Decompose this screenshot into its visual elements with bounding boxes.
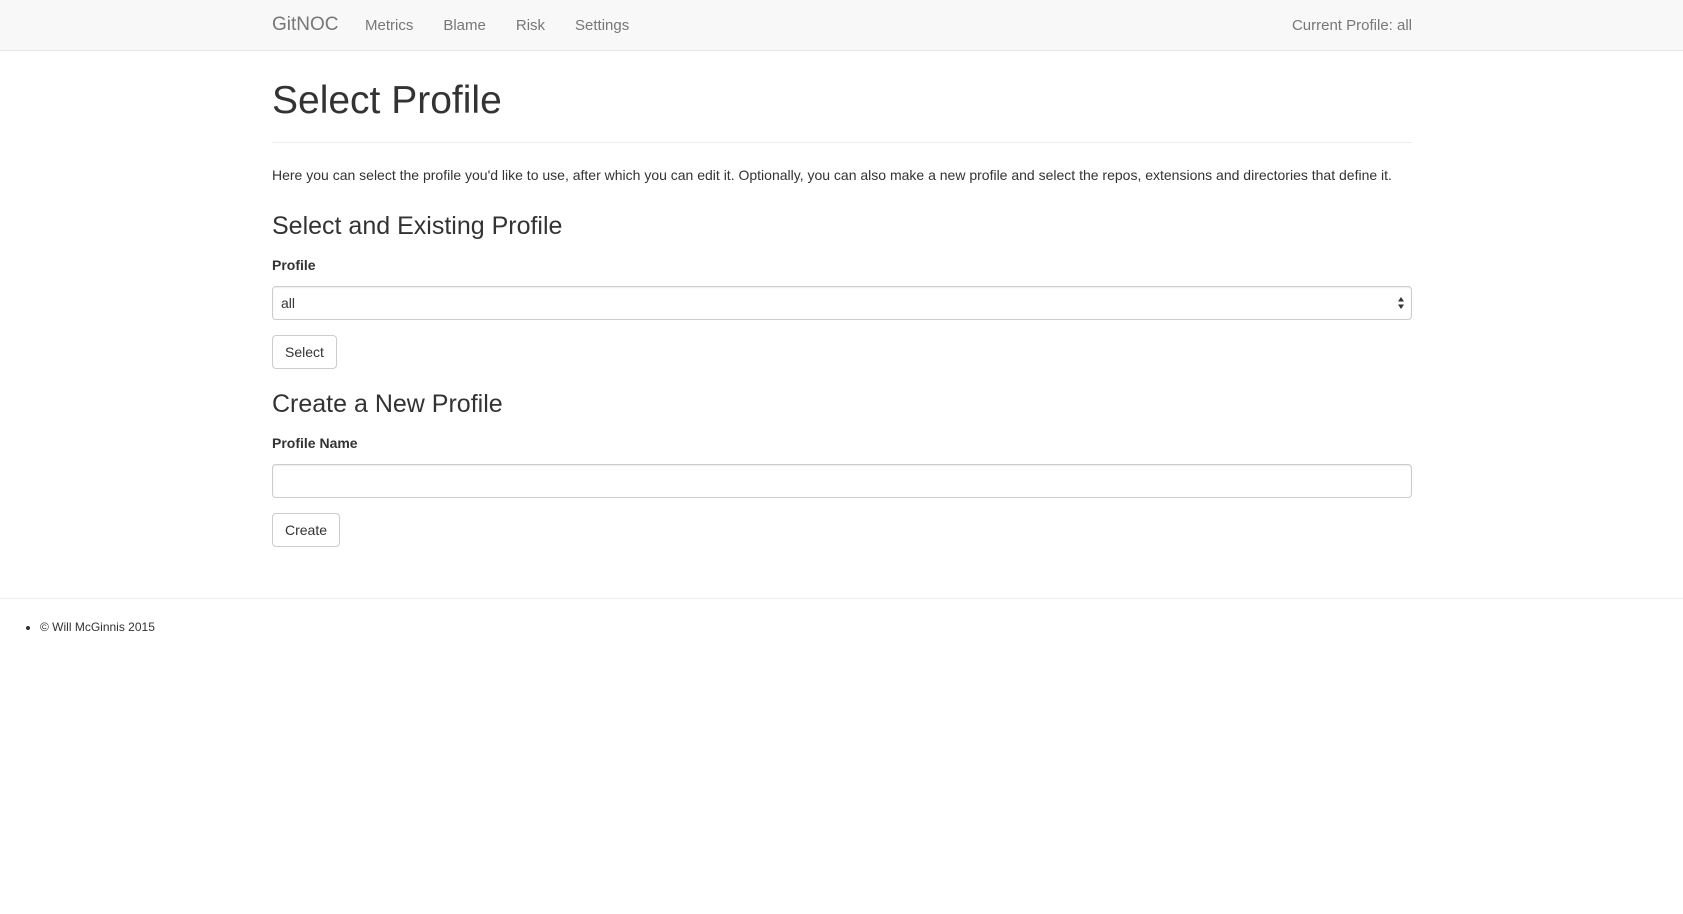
brand-link[interactable]: GitNOC: [272, 14, 339, 36]
nav-links: Metrics Blame Risk Settings: [365, 0, 659, 50]
current-profile-indicator: Current Profile: all: [1291, 17, 1412, 34]
footer: © Will McGinnis 2015: [0, 618, 155, 636]
profile-select-value: all: [281, 295, 296, 311]
nav-link-metrics[interactable]: Metrics: [365, 17, 413, 34]
create-button[interactable]: Create: [272, 513, 341, 547]
profile-name-label: Profile Name: [272, 435, 358, 451]
profile-select[interactable]: all: [272, 286, 1412, 320]
top-navbar: GitNOC Metrics Blame Risk Settings Curre…: [0, 0, 1683, 51]
profile-label: Profile: [272, 257, 316, 273]
nav-link-blame[interactable]: Blame: [443, 17, 486, 34]
select-button[interactable]: Select: [272, 335, 337, 369]
navbar-container: GitNOC Metrics Blame Risk Settings Curre…: [272, 0, 1412, 50]
intro-text: Here you can select the profile you'd li…: [272, 167, 1392, 183]
nav-link-settings[interactable]: Settings: [575, 17, 629, 34]
title-divider: [272, 142, 1412, 143]
select-arrows-icon: [1398, 297, 1404, 309]
select-profile-heading: Select and Existing Profile: [272, 212, 563, 240]
footer-copyright: © Will McGinnis 2015: [40, 618, 155, 636]
footer-divider: [0, 598, 1683, 599]
create-profile-heading: Create a New Profile: [272, 390, 503, 418]
nav-link-risk[interactable]: Risk: [516, 17, 545, 34]
page-title: Select Profile: [272, 79, 502, 122]
profile-name-input[interactable]: [272, 464, 1412, 498]
main-container: Select Profile Here you can select the p…: [272, 51, 1412, 547]
